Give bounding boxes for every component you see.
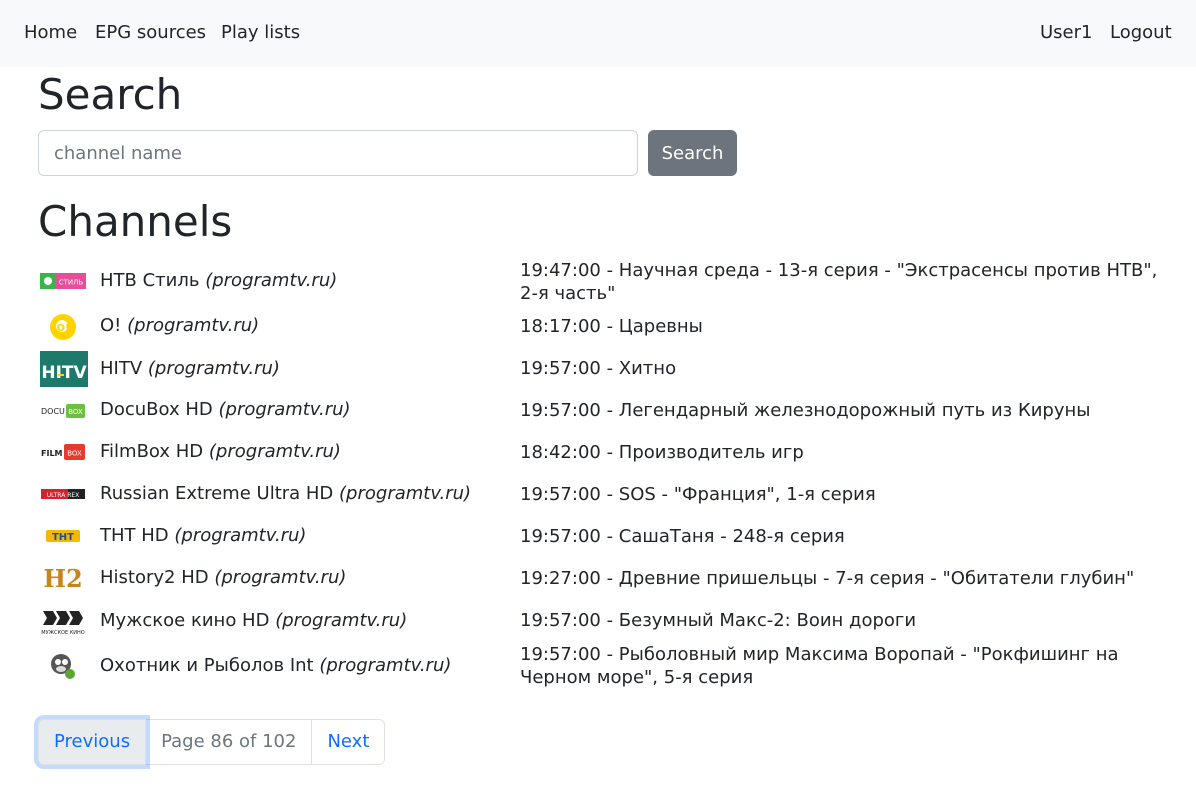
nav-logout-link[interactable]: Logout: [1110, 21, 1172, 45]
channel-name: HITV (programtv.ru): [100, 358, 280, 379]
channel-row: H2 History2 HD (programtv.ru) 19:27:00 -…: [38, 563, 1168, 595]
docubox-logo-icon: DOCU BOX: [40, 394, 86, 428]
channel-row: FILM BOX FilmBox HD (programtv.ru) 18:42…: [38, 439, 1168, 467]
svg-text:ULTRA REX: ULTRA REX: [47, 492, 80, 499]
channel-row: СТИЛЬ НТВ Стиль (programtv.ru) 19:47:00 …: [38, 258, 1168, 306]
svg-text:BOX: BOX: [68, 408, 83, 416]
channel-name: ТНТ HD (programtv.ru): [100, 525, 307, 546]
channel-program: 19:57:00 - SOS - "Франция", 1-я серия: [520, 484, 876, 505]
tnt-logo-icon: ТНТ: [40, 519, 86, 553]
top-navbar: Home EPG sources Play lists User1 Logout: [0, 0, 1196, 67]
channel-name: FilmBox HD (programtv.ru): [100, 441, 341, 462]
channel-name: DocuBox HD (programtv.ru): [100, 399, 351, 420]
search-input[interactable]: [38, 130, 638, 176]
channel-program: 19:47:00 - Научная среда - 13-я серия - …: [520, 260, 1158, 304]
channel-name: НТВ Стиль (programtv.ru): [100, 270, 338, 291]
svg-text:O!: O!: [56, 323, 69, 334]
svg-text:МУЖСКОЕ КИНО: МУЖСКОЕ КИНО: [41, 630, 85, 636]
filmbox-logo-icon: FILM BOX: [40, 435, 86, 469]
channel-row: O! O! (programtv.ru) 18:17:00 - Царевны: [38, 310, 1168, 344]
muzhskoe-kino-logo-icon: МУЖСКОЕ КИНО: [40, 604, 86, 638]
hitv-logo-icon: HITV: [40, 351, 88, 387]
channel-name: History2 HD (programtv.ru): [100, 567, 347, 588]
channel-program: 19:27:00 - Древние пришельцы - 7-я серия…: [520, 568, 1135, 589]
channels-heading: Channels: [38, 197, 233, 246]
svg-text:HITV: HITV: [41, 363, 87, 383]
channel-program: 19:57:00 - СашаТаня - 248-я серия: [520, 526, 845, 547]
channel-name: Охотник и Рыболов Int (programtv.ru): [100, 655, 452, 676]
channel-name: O! (programtv.ru): [100, 315, 260, 336]
next-page-button[interactable]: Next: [311, 719, 386, 765]
nav-home-link[interactable]: Home: [24, 21, 77, 45]
channel-program: 19:57:00 - Хитно: [520, 358, 677, 379]
channel-name: Russian Extreme Ultra HD (programtv.ru): [100, 483, 472, 504]
svg-text:FILM: FILM: [41, 449, 63, 458]
channel-program: 19:57:00 - Легендарный железнодорожный п…: [520, 400, 1091, 421]
pagination: Previous Page 86 of 102 Next: [38, 719, 386, 765]
channel-row: HITV HITV (programtv.ru) 19:57:00 - Хитн…: [38, 351, 1168, 387]
svg-text:BOX: BOX: [67, 450, 82, 458]
search-heading: Search: [38, 70, 183, 119]
svg-text:СТИЛЬ: СТИЛЬ: [59, 279, 84, 287]
channel-row: Охотник и Рыболов Int (programtv.ru) 19:…: [38, 643, 1168, 691]
channel-program: 18:17:00 - Царевны: [520, 316, 703, 337]
svg-text:DOCU: DOCU: [41, 407, 65, 416]
nav-epg-sources-link[interactable]: EPG sources: [95, 21, 206, 45]
svg-text:H2: H2: [43, 564, 82, 593]
channel-program: 19:57:00 - Безумный Макс-2: Воин дороги: [520, 610, 917, 631]
channel-row: МУЖСКОЕ КИНО Мужское кино HD (programtv.…: [38, 605, 1168, 639]
channel-row: DOCU BOX DocuBox HD (programtv.ru) 19:57…: [38, 397, 1168, 425]
nav-play-lists-link[interactable]: Play lists: [221, 21, 300, 45]
channel-program: 19:57:00 - Рыболовный мир Максима Воропа…: [520, 644, 1119, 688]
history2-logo-icon: H2: [40, 561, 86, 595]
ntv-style-logo-icon: СТИЛЬ: [40, 264, 86, 298]
page-indicator: Page 86 of 102: [145, 719, 313, 765]
channel-program: 18:42:00 - Производитель игр: [520, 442, 804, 463]
previous-page-button[interactable]: Previous: [38, 719, 147, 765]
channel-name: Мужское кино HD (programtv.ru): [100, 610, 408, 631]
channel-row: ULTRA REX Russian Extreme Ultra HD (prog…: [38, 481, 1168, 509]
russian-extreme-logo-icon: ULTRA REX: [40, 477, 86, 511]
nav-user-link[interactable]: User1: [1040, 21, 1092, 45]
o-channel-logo-icon: O!: [40, 310, 86, 344]
svg-text:ТНТ: ТНТ: [52, 532, 74, 543]
search-button[interactable]: Search: [648, 130, 737, 176]
ohotnik-rybolov-logo-icon: [40, 649, 86, 683]
channel-row: ТНТ ТНТ HD (programtv.ru) 19:57:00 - Саш…: [38, 523, 1168, 551]
